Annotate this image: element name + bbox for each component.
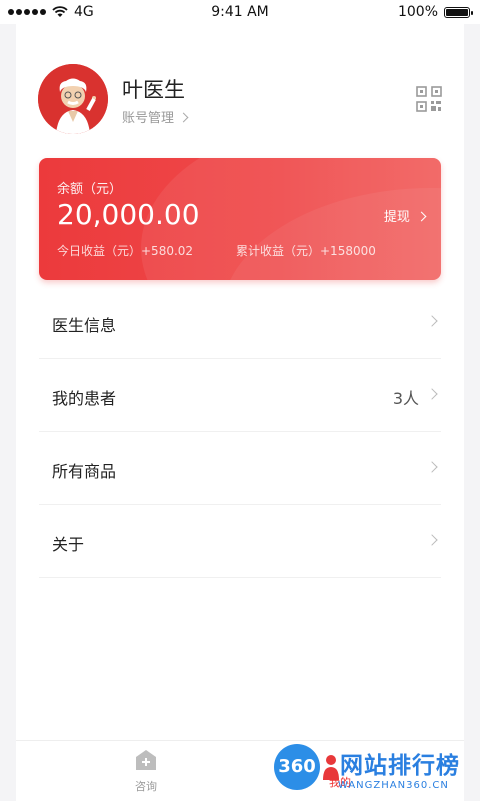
watermark-badge: 360: [274, 744, 320, 790]
menu-item-doctor-info[interactable]: 医生信息: [39, 286, 441, 359]
menu-item-label: 我的患者: [52, 389, 117, 408]
today-income: 今日收益（元）+580.02: [57, 244, 194, 258]
doctor-avatar-icon: [38, 64, 108, 134]
withdraw-button[interactable]: 提现: [383, 206, 427, 225]
tab-consult-label: 咨询: [135, 780, 157, 793]
tab-consult[interactable]: 咨询: [126, 749, 166, 794]
profile-page: 叶医生 账号管理 余额（元） 20,000.00 提现 今日收益（元）+580.…: [16, 24, 464, 740]
person-icon: [323, 755, 339, 780]
doctor-name: 叶医生: [122, 78, 185, 102]
watermark-subtext: WANGZHAN360.CN: [338, 780, 449, 791]
patient-count: 3人: [392, 389, 419, 408]
menu-item-label: 关于: [52, 535, 85, 554]
menu-item-about[interactable]: 关于: [39, 505, 441, 578]
menu-item-label: 医生信息: [52, 316, 117, 335]
account-management-link[interactable]: 账号管理: [122, 107, 189, 126]
chevron-right-icon: [426, 388, 438, 400]
withdraw-label: 提现: [383, 210, 410, 225]
profile-header: 叶医生 账号管理: [38, 64, 442, 134]
house-plus-icon: [136, 750, 156, 770]
status-bar: 4G 9:41 AM 100%: [0, 0, 480, 24]
menu-item-my-patients[interactable]: 我的患者 3人: [39, 359, 441, 432]
balance-amount: 20,000.00: [57, 198, 200, 231]
menu-item-all-products[interactable]: 所有商品: [39, 432, 441, 505]
settings-menu: 医生信息 我的患者 3人 所有商品 关于: [39, 286, 441, 578]
chevron-right-icon: [426, 315, 438, 327]
balance-card: 余额（元） 20,000.00 提现 今日收益（元）+580.02 累计收益（元…: [39, 158, 441, 280]
menu-item-label: 所有商品: [52, 462, 117, 481]
balance-label: 余额（元）: [57, 182, 123, 197]
battery-icon: [444, 6, 473, 18]
total-income: 累计收益（元）+158000: [236, 244, 376, 258]
chevron-right-icon: [416, 211, 427, 222]
account-management-label: 账号管理: [122, 111, 175, 126]
avatar[interactable]: [38, 64, 108, 134]
chevron-right-icon: [178, 112, 189, 123]
battery-percent: 100%: [397, 4, 438, 20]
chevron-right-icon: [426, 461, 438, 473]
watermark-logo: 360 网站排行榜 WANGZHAN360.CN: [274, 744, 480, 796]
chevron-right-icon: [426, 534, 438, 546]
qr-code-icon[interactable]: [416, 86, 442, 112]
battery-group: 100%: [397, 4, 473, 20]
watermark-text: 网站排行榜: [340, 753, 460, 779]
